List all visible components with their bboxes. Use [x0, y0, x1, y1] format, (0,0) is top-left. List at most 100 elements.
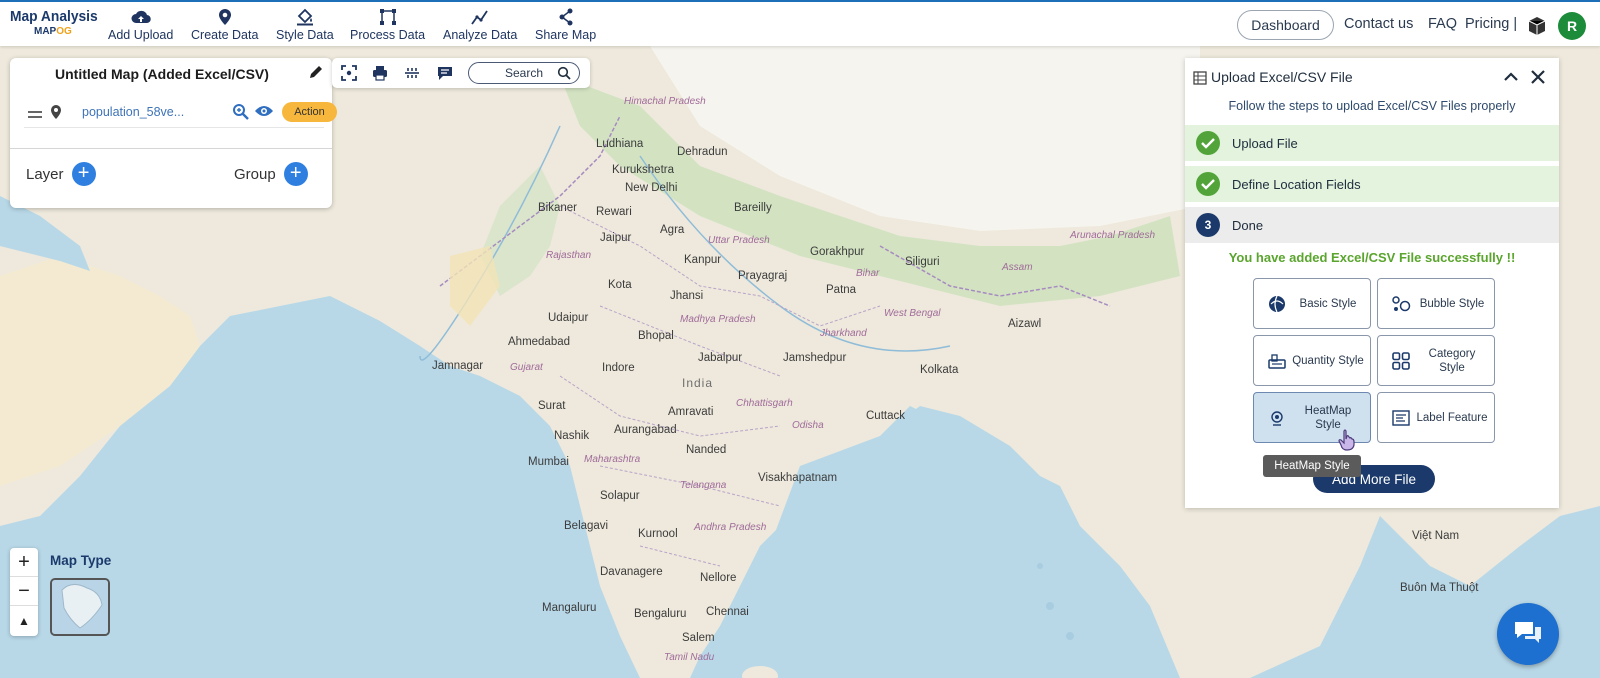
heatmap-style-button[interactable]: HeatMap Style — [1253, 392, 1371, 451]
check-icon — [1196, 131, 1220, 155]
collapse-icon[interactable] — [1503, 69, 1519, 90]
quantity-icon — [1262, 352, 1292, 370]
map-toolbar: Search — [332, 58, 590, 88]
step-label: Define Location Fields — [1232, 176, 1361, 192]
nav-add-upload[interactable]: Add Upload — [108, 8, 173, 42]
globe-icon — [1262, 295, 1292, 313]
nav-analyze-data[interactable]: Analyze Data — [443, 8, 517, 42]
add-layer-icon[interactable]: + — [71, 162, 96, 186]
map-label: Siliguri — [905, 256, 940, 268]
map-label: Kolkata — [920, 364, 959, 376]
map-label: Chhattisgarh — [736, 398, 793, 409]
category-style-button[interactable]: Category Style — [1377, 335, 1495, 386]
bubble-style-button[interactable]: Bubble Style — [1377, 278, 1495, 329]
cube-icon[interactable] — [1527, 16, 1547, 41]
nav-style-data[interactable]: Style Data — [276, 8, 334, 42]
reset-north-button[interactable]: ▲ — [10, 606, 38, 635]
map-label: Chennai — [706, 606, 749, 618]
process-nodes-icon — [379, 8, 397, 26]
drag-handle-icon[interactable] — [28, 107, 42, 125]
step-upload-file: Upload File — [1185, 125, 1559, 161]
nav-label: Style Data — [276, 28, 334, 42]
divider — [10, 148, 332, 149]
search-placeholder: Search — [505, 66, 544, 80]
map-label: Maharashtra — [584, 454, 641, 465]
map-label: Udaipur — [548, 312, 589, 324]
brand-logo[interactable]: Map Analysis MAPOG — [10, 8, 105, 37]
map-label: Jhansi — [670, 290, 704, 302]
map-label: Rewari — [596, 206, 632, 218]
map-label: Davanagere — [600, 566, 663, 578]
map-label: Kurnool — [638, 528, 678, 540]
search-icon[interactable] — [557, 66, 571, 83]
nav-create-data[interactable]: Create Data — [191, 8, 258, 42]
zoom-out-button[interactable]: − — [10, 577, 38, 606]
dashboard-button[interactable]: Dashboard — [1237, 10, 1334, 40]
layer-row[interactable]: population_58ve... Action — [24, 98, 337, 128]
map-label: Jamshedpur — [783, 352, 847, 364]
close-icon[interactable] — [1530, 69, 1546, 90]
search-input[interactable]: Search — [468, 62, 580, 84]
map-label: Ludhiana — [596, 138, 644, 150]
map-label: Kanpur — [684, 254, 722, 266]
map-type-thumbnail[interactable] — [50, 578, 110, 636]
map-label: Mumbai — [528, 456, 569, 468]
map-label: Andhra Pradesh — [694, 522, 767, 533]
label-feature-button[interactable]: Label Feature — [1377, 392, 1495, 443]
map-label: Gorakhpur — [810, 246, 865, 258]
map-label: Bareilly — [734, 202, 772, 214]
print-icon[interactable] — [372, 65, 388, 86]
map-label: Buôn Ma Thuột — [1400, 582, 1479, 594]
map-label: Jamnagar — [432, 360, 484, 372]
step-define-location: Define Location Fields — [1185, 166, 1559, 202]
zoom-to-layer-icon[interactable] — [232, 103, 250, 126]
map-label: Bikaner — [538, 202, 577, 214]
label-icon — [1386, 409, 1416, 426]
map-label: Madhya Pradesh — [680, 314, 756, 325]
map-label: Bhopal — [638, 330, 674, 342]
add-group[interactable]: Group + — [234, 162, 308, 186]
map-label: Uttar Pradesh — [708, 235, 770, 246]
map-label: Arunachal Pradesh — [1070, 230, 1156, 241]
map-label: Ahmedabad — [508, 336, 571, 348]
map-label: Jaipur — [600, 232, 632, 244]
heatmap-icon — [1262, 409, 1292, 427]
pencil-icon[interactable] — [308, 64, 324, 85]
map-label: Jharkhand — [820, 328, 867, 339]
comment-icon[interactable] — [437, 65, 453, 86]
map-label: West Bengal — [884, 308, 941, 319]
nav-share-map[interactable]: Share Map — [535, 8, 596, 42]
action-button[interactable]: Action — [282, 102, 337, 122]
contact-link[interactable]: Contact us — [1344, 16, 1413, 32]
map-label: Indore — [602, 362, 635, 374]
basic-style-button[interactable]: Basic Style — [1253, 278, 1371, 329]
fullscreen-icon[interactable] — [341, 65, 357, 86]
map-label: Mangaluru — [542, 602, 597, 614]
map-label: Salem — [682, 632, 715, 644]
add-group-icon[interactable]: + — [283, 162, 308, 186]
nav-process-data[interactable]: Process Data — [350, 8, 425, 42]
measure-icon[interactable] — [404, 65, 420, 86]
map-label: Aizawl — [1008, 318, 1042, 330]
zoom-in-button[interactable]: + — [10, 548, 38, 577]
step-number-badge: 3 — [1196, 213, 1220, 237]
map-label: Tamil Nadu — [664, 652, 715, 663]
user-avatar[interactable]: R — [1558, 12, 1586, 40]
hand-cursor-icon — [1338, 429, 1356, 454]
layer-name[interactable]: population_58ve... — [82, 105, 184, 119]
map-label: Jabalpur — [698, 352, 743, 364]
map-label: Bengaluru — [634, 608, 687, 620]
style-label: HeatMap Style — [1304, 404, 1352, 431]
pricing-link[interactable]: Pricing | — [1465, 16, 1517, 32]
map-label: Aurangabad — [614, 424, 677, 436]
nav-label: Create Data — [191, 28, 259, 42]
upload-panel-title: Upload Excel/CSV File — [1211, 69, 1353, 85]
map-label: New Delhi — [625, 182, 678, 194]
quantity-style-button[interactable]: Quantity Style — [1253, 335, 1371, 386]
nav-label: Process Data — [350, 28, 426, 42]
chat-button[interactable] — [1497, 603, 1559, 665]
map-label: Việt Nam — [1412, 530, 1460, 542]
faq-link[interactable]: FAQ — [1428, 16, 1457, 32]
eye-icon[interactable] — [254, 104, 274, 123]
add-layer[interactable]: Layer + — [26, 162, 96, 186]
